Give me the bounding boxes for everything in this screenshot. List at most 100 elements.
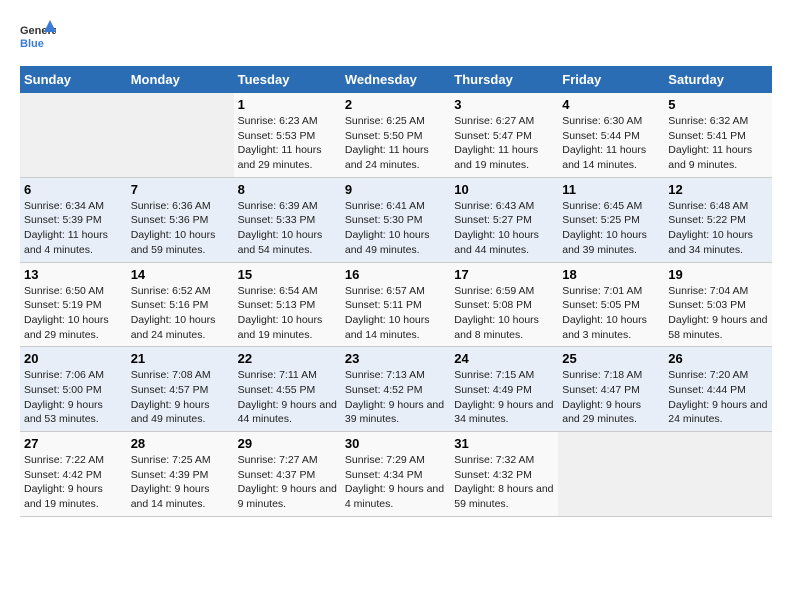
cell-info: Sunrise: 6:45 AMSunset: 5:25 PMDaylight:… — [562, 200, 647, 256]
day-number: 3 — [454, 97, 554, 112]
calendar-cell: 13 Sunrise: 6:50 AMSunset: 5:19 PMDaylig… — [20, 262, 127, 347]
weekday-header: Friday — [558, 66, 664, 93]
cell-info: Sunrise: 7:18 AMSunset: 4:47 PMDaylight:… — [562, 369, 642, 425]
cell-info: Sunrise: 7:04 AMSunset: 5:03 PMDaylight:… — [668, 285, 767, 341]
calendar-cell: 31 Sunrise: 7:32 AMSunset: 4:32 PMDaylig… — [450, 432, 558, 517]
cell-info: Sunrise: 6:34 AMSunset: 5:39 PMDaylight:… — [24, 200, 108, 256]
day-number: 2 — [345, 97, 446, 112]
cell-info: Sunrise: 6:30 AMSunset: 5:44 PMDaylight:… — [562, 115, 646, 171]
weekday-header: Monday — [127, 66, 234, 93]
calendar-cell: 7 Sunrise: 6:36 AMSunset: 5:36 PMDayligh… — [127, 177, 234, 262]
day-number: 7 — [131, 182, 230, 197]
cell-info: Sunrise: 7:01 AMSunset: 5:05 PMDaylight:… — [562, 285, 647, 341]
cell-info: Sunrise: 6:25 AMSunset: 5:50 PMDaylight:… — [345, 115, 429, 171]
svg-text:Blue: Blue — [20, 38, 44, 50]
cell-info: Sunrise: 6:23 AMSunset: 5:53 PMDaylight:… — [238, 115, 322, 171]
calendar-cell: 4 Sunrise: 6:30 AMSunset: 5:44 PMDayligh… — [558, 93, 664, 177]
cell-info: Sunrise: 7:25 AMSunset: 4:39 PMDaylight:… — [131, 454, 211, 510]
calendar-cell: 21 Sunrise: 7:08 AMSunset: 4:57 PMDaylig… — [127, 347, 234, 432]
calendar-cell: 11 Sunrise: 6:45 AMSunset: 5:25 PMDaylig… — [558, 177, 664, 262]
cell-info: Sunrise: 7:22 AMSunset: 4:42 PMDaylight:… — [24, 454, 104, 510]
cell-info: Sunrise: 6:36 AMSunset: 5:36 PMDaylight:… — [131, 200, 216, 256]
calendar-cell: 6 Sunrise: 6:34 AMSunset: 5:39 PMDayligh… — [20, 177, 127, 262]
day-number: 17 — [454, 267, 554, 282]
cell-info: Sunrise: 6:50 AMSunset: 5:19 PMDaylight:… — [24, 285, 109, 341]
day-number: 31 — [454, 436, 554, 451]
calendar-cell — [558, 432, 664, 517]
day-number: 26 — [668, 351, 768, 366]
calendar-cell — [20, 93, 127, 177]
calendar-cell — [664, 432, 772, 517]
day-number: 6 — [24, 182, 123, 197]
calendar-cell: 2 Sunrise: 6:25 AMSunset: 5:50 PMDayligh… — [341, 93, 450, 177]
cell-info: Sunrise: 7:15 AMSunset: 4:49 PMDaylight:… — [454, 369, 553, 425]
cell-info: Sunrise: 7:27 AMSunset: 4:37 PMDaylight:… — [238, 454, 337, 510]
day-number: 20 — [24, 351, 123, 366]
cell-info: Sunrise: 7:11 AMSunset: 4:55 PMDaylight:… — [238, 369, 337, 425]
calendar-cell: 23 Sunrise: 7:13 AMSunset: 4:52 PMDaylig… — [341, 347, 450, 432]
calendar-row: 1 Sunrise: 6:23 AMSunset: 5:53 PMDayligh… — [20, 93, 772, 177]
cell-info: Sunrise: 6:52 AMSunset: 5:16 PMDaylight:… — [131, 285, 216, 341]
calendar-cell: 12 Sunrise: 6:48 AMSunset: 5:22 PMDaylig… — [664, 177, 772, 262]
day-number: 5 — [668, 97, 768, 112]
day-number: 11 — [562, 182, 660, 197]
day-number: 14 — [131, 267, 230, 282]
cell-info: Sunrise: 6:57 AMSunset: 5:11 PMDaylight:… — [345, 285, 430, 341]
calendar-cell: 26 Sunrise: 7:20 AMSunset: 4:44 PMDaylig… — [664, 347, 772, 432]
calendar-cell: 9 Sunrise: 6:41 AMSunset: 5:30 PMDayligh… — [341, 177, 450, 262]
day-number: 18 — [562, 267, 660, 282]
cell-info: Sunrise: 6:54 AMSunset: 5:13 PMDaylight:… — [238, 285, 323, 341]
day-number: 13 — [24, 267, 123, 282]
day-number: 25 — [562, 351, 660, 366]
day-number: 16 — [345, 267, 446, 282]
weekday-header: Thursday — [450, 66, 558, 93]
day-number: 1 — [238, 97, 337, 112]
calendar-cell: 27 Sunrise: 7:22 AMSunset: 4:42 PMDaylig… — [20, 432, 127, 517]
cell-info: Sunrise: 6:43 AMSunset: 5:27 PMDaylight:… — [454, 200, 539, 256]
calendar-cell: 19 Sunrise: 7:04 AMSunset: 5:03 PMDaylig… — [664, 262, 772, 347]
cell-info: Sunrise: 6:41 AMSunset: 5:30 PMDaylight:… — [345, 200, 430, 256]
cell-info: Sunrise: 7:06 AMSunset: 5:00 PMDaylight:… — [24, 369, 104, 425]
cell-info: Sunrise: 7:29 AMSunset: 4:34 PMDaylight:… — [345, 454, 444, 510]
cell-info: Sunrise: 7:20 AMSunset: 4:44 PMDaylight:… — [668, 369, 767, 425]
day-number: 9 — [345, 182, 446, 197]
calendar-row: 6 Sunrise: 6:34 AMSunset: 5:39 PMDayligh… — [20, 177, 772, 262]
day-number: 4 — [562, 97, 660, 112]
weekday-header: Wednesday — [341, 66, 450, 93]
cell-info: Sunrise: 6:48 AMSunset: 5:22 PMDaylight:… — [668, 200, 753, 256]
calendar-cell: 8 Sunrise: 6:39 AMSunset: 5:33 PMDayligh… — [234, 177, 341, 262]
day-number: 15 — [238, 267, 337, 282]
calendar-cell: 25 Sunrise: 7:18 AMSunset: 4:47 PMDaylig… — [558, 347, 664, 432]
cell-info: Sunrise: 6:32 AMSunset: 5:41 PMDaylight:… — [668, 115, 752, 171]
calendar-cell: 24 Sunrise: 7:15 AMSunset: 4:49 PMDaylig… — [450, 347, 558, 432]
day-number: 19 — [668, 267, 768, 282]
day-number: 24 — [454, 351, 554, 366]
page-header: General Blue — [20, 20, 772, 56]
calendar-cell: 15 Sunrise: 6:54 AMSunset: 5:13 PMDaylig… — [234, 262, 341, 347]
weekday-header-row: SundayMondayTuesdayWednesdayThursdayFrid… — [20, 66, 772, 93]
logo: General Blue — [20, 20, 56, 56]
calendar-cell: 17 Sunrise: 6:59 AMSunset: 5:08 PMDaylig… — [450, 262, 558, 347]
weekday-header: Sunday — [20, 66, 127, 93]
calendar-cell: 18 Sunrise: 7:01 AMSunset: 5:05 PMDaylig… — [558, 262, 664, 347]
calendar-cell: 3 Sunrise: 6:27 AMSunset: 5:47 PMDayligh… — [450, 93, 558, 177]
day-number: 23 — [345, 351, 446, 366]
calendar-cell: 16 Sunrise: 6:57 AMSunset: 5:11 PMDaylig… — [341, 262, 450, 347]
calendar-cell: 30 Sunrise: 7:29 AMSunset: 4:34 PMDaylig… — [341, 432, 450, 517]
logo-icon: General Blue — [20, 20, 56, 56]
calendar-cell — [127, 93, 234, 177]
calendar-cell: 20 Sunrise: 7:06 AMSunset: 5:00 PMDaylig… — [20, 347, 127, 432]
calendar-cell: 10 Sunrise: 6:43 AMSunset: 5:27 PMDaylig… — [450, 177, 558, 262]
weekday-header: Tuesday — [234, 66, 341, 93]
calendar-cell: 29 Sunrise: 7:27 AMSunset: 4:37 PMDaylig… — [234, 432, 341, 517]
day-number: 27 — [24, 436, 123, 451]
day-number: 30 — [345, 436, 446, 451]
calendar-row: 13 Sunrise: 6:50 AMSunset: 5:19 PMDaylig… — [20, 262, 772, 347]
calendar-cell: 28 Sunrise: 7:25 AMSunset: 4:39 PMDaylig… — [127, 432, 234, 517]
calendar-cell: 22 Sunrise: 7:11 AMSunset: 4:55 PMDaylig… — [234, 347, 341, 432]
cell-info: Sunrise: 7:32 AMSunset: 4:32 PMDaylight:… — [454, 454, 553, 510]
day-number: 12 — [668, 182, 768, 197]
day-number: 29 — [238, 436, 337, 451]
day-number: 21 — [131, 351, 230, 366]
calendar-table: SundayMondayTuesdayWednesdayThursdayFrid… — [20, 66, 772, 517]
